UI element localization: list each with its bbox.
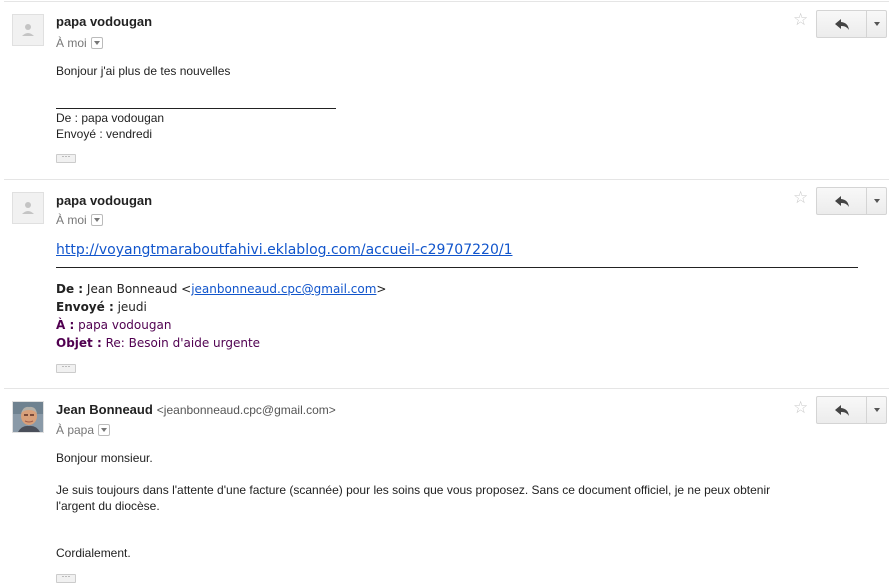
reply-button[interactable] xyxy=(817,188,866,214)
star-icon[interactable]: ☆ xyxy=(793,398,808,418)
recipient-details-toggle[interactable] xyxy=(98,423,111,436)
avatar[interactable] xyxy=(12,401,44,433)
show-trimmed-content-button[interactable]: ··· xyxy=(56,152,76,163)
quoted-subject-line: Objet : Re: Besoin d'aide urgente xyxy=(56,334,260,352)
reply-button[interactable] xyxy=(817,11,866,37)
show-trimmed-content-button[interactable]: ··· xyxy=(56,362,76,373)
recipient-label: À moi xyxy=(56,213,87,227)
more-options-button[interactable] xyxy=(867,11,886,37)
person-icon xyxy=(22,24,34,36)
quoted-from-line: De : Jean Bonneaud <jeanbonneaud.cpc@gma… xyxy=(56,280,386,298)
quoted-sent-label: Envoyé : xyxy=(56,300,114,314)
recipient-line[interactable]: À moi xyxy=(56,36,103,50)
reply-button-group xyxy=(816,10,887,38)
message-paragraph-line-1: Je suis toujours dans l'attente d'une fa… xyxy=(56,483,771,497)
quoted-to-value: papa vodougan xyxy=(78,318,172,332)
message-closing: Cordialement. xyxy=(56,546,131,560)
person-icon xyxy=(22,202,34,214)
star-icon[interactable]: ☆ xyxy=(793,188,808,208)
message-body-text: Bonjour j'ai plus de tes nouvelles xyxy=(56,64,231,78)
external-link[interactable]: http://voyangtmaraboutfahivi.eklablog.co… xyxy=(56,241,512,259)
sender-name[interactable]: papa vodougan xyxy=(56,14,152,29)
quote-separator-line xyxy=(56,108,336,109)
reply-icon xyxy=(834,404,849,416)
recipient-label: À papa xyxy=(56,423,95,437)
recipient-line[interactable]: À moi xyxy=(56,213,103,227)
more-options-button[interactable] xyxy=(867,188,886,214)
quoted-to-line: À : papa vodougan xyxy=(56,316,171,334)
quoted-from-label: De : xyxy=(56,282,84,296)
quoted-subject-value: Re: Besoin d'aide urgente xyxy=(105,336,261,350)
message-1: papa vodougan À moi ☆ Bonjour j'ai plus … xyxy=(0,0,889,179)
reply-icon xyxy=(834,195,849,207)
star-icon[interactable]: ☆ xyxy=(793,10,808,30)
message-paragraph-line-2: l'argent du diocèse. xyxy=(56,499,160,513)
reply-button[interactable] xyxy=(817,397,866,423)
message-2: papa vodougan À moi ☆ http://voyangtmara… xyxy=(0,180,889,388)
message-3: Jean Bonneaud <jeanbonneaud.cpc@gmail.com… xyxy=(0,389,889,584)
quoted-sent-value: jeudi xyxy=(117,300,147,314)
reply-icon xyxy=(834,18,849,30)
show-trimmed-content-button[interactable]: ··· xyxy=(56,572,76,583)
quoted-from-name: Jean Bonneaud < xyxy=(86,282,192,296)
quoted-to-label: À : xyxy=(56,318,75,332)
sender-name: Jean Bonneaud xyxy=(56,402,153,417)
quoted-subject-label: Objet : xyxy=(56,336,102,350)
quoted-from: De : papa vodougan xyxy=(56,111,165,125)
reply-button-group xyxy=(816,396,887,424)
quoted-sent-line: Envoyé : jeudi xyxy=(56,298,147,316)
quoted-from-email-link[interactable]: jeanbonneaud.cpc@gmail.com xyxy=(191,282,376,296)
sender-name-line[interactable]: Jean Bonneaud <jeanbonneaud.cpc@gmail.com… xyxy=(56,402,336,417)
avatar[interactable] xyxy=(12,192,44,224)
recipient-label: À moi xyxy=(56,36,87,50)
sender-name[interactable]: papa vodougan xyxy=(56,193,152,208)
recipient-details-toggle[interactable] xyxy=(90,36,103,49)
reply-button-group xyxy=(816,187,887,215)
sender-photo xyxy=(13,402,43,432)
sender-email: <jeanbonneaud.cpc@gmail.com> xyxy=(156,403,336,417)
recipient-line[interactable]: À papa xyxy=(56,423,111,437)
more-options-button[interactable] xyxy=(867,397,886,423)
message-greeting: Bonjour monsieur. xyxy=(56,451,153,465)
quoted-sent: Envoyé : vendredi xyxy=(56,127,153,141)
avatar[interactable] xyxy=(12,14,44,46)
recipient-details-toggle[interactable] xyxy=(90,213,103,226)
quoted-from-end: > xyxy=(376,282,387,296)
quote-separator-line xyxy=(56,267,858,268)
